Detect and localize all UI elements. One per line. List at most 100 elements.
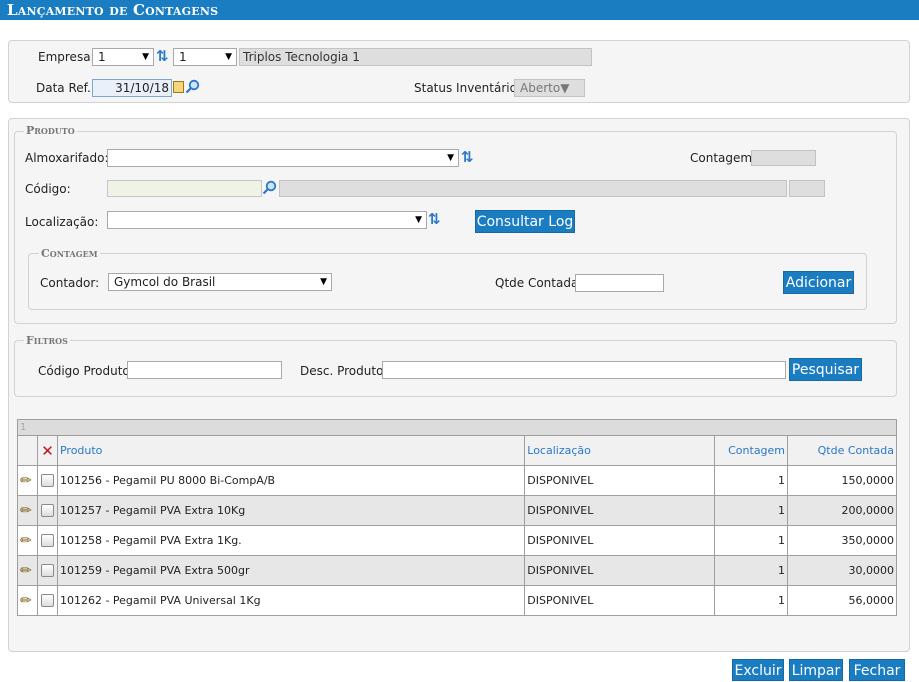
chevron-down-icon: ▼ [225, 52, 232, 62]
produto-cell: 101257 - Pegamil PVA Extra 10Kg [56, 495, 526, 526]
pencil-icon[interactable]: ✏ [20, 503, 32, 519]
edit-cell[interactable]: ✏ [17, 585, 38, 616]
localizacao-cell: DISPONIVEL [524, 555, 716, 586]
refresh-icon[interactable]: ⇅ [428, 211, 441, 227]
grid-page-number[interactable]: 1 [20, 422, 26, 433]
data-ref-input[interactable]: 31/10/18 [92, 79, 172, 97]
checkbox-cell[interactable] [36, 465, 58, 496]
checkbox-cell[interactable] [36, 525, 58, 556]
codigo-description-field [279, 180, 787, 197]
status-value: Aberto [520, 81, 561, 95]
column-header-localizacao[interactable]: Localização [524, 435, 716, 466]
qtde-cell: 150,0000 [787, 465, 897, 496]
chevron-down-icon: ▼ [320, 277, 327, 287]
filial-select[interactable]: 1 ▼ [173, 48, 237, 66]
calendar-icon[interactable] [173, 81, 184, 93]
produto-cell: 101256 - Pegamil PU 8000 Bi-CompA/B [56, 465, 526, 496]
qtde-contada-label: Qtde Contada: [495, 276, 583, 290]
consultar-log-button[interactable]: Consultar Log [475, 210, 575, 233]
qtde-contada-input[interactable] [575, 274, 664, 292]
codigo-input[interactable] [107, 180, 262, 197]
almoxarifado-label: Almoxarifado: [25, 151, 109, 165]
row-checkbox[interactable] [40, 474, 54, 488]
edit-cell[interactable]: ✏ [17, 525, 38, 556]
contagem-cell: 1 [714, 525, 789, 556]
table-row: ✏ 101256 - Pegamil PU 8000 Bi-CompA/B DI… [17, 465, 897, 496]
produto-cell: 101258 - Pegamil PVA Extra 1Kg. [56, 525, 526, 556]
status-select: Aberto▼ [514, 79, 585, 97]
edit-column-header [17, 435, 38, 466]
localizacao-cell: DISPONIVEL [524, 495, 716, 526]
column-header-qtde-contada[interactable]: Qtde Contada [787, 435, 897, 466]
desc-produto-label: Desc. Produto: [300, 364, 388, 378]
filtros-legend: Filtros [24, 334, 70, 347]
localizacao-cell: DISPONIVEL [524, 465, 716, 496]
checkbox-cell[interactable] [36, 585, 58, 616]
status-label: Status Inventário: [414, 81, 521, 95]
grid-pager: 1 [17, 419, 897, 436]
almoxarifado-select[interactable]: ▼ [107, 149, 459, 167]
checkbox-cell[interactable] [36, 495, 58, 526]
contagens-table: ✕ Produto Localização Contagem Qtde Cont… [17, 435, 897, 616]
data-ref-value: 31/10/18 [115, 81, 169, 95]
pencil-icon[interactable]: ✏ [20, 473, 32, 489]
checkbox-cell[interactable] [36, 555, 58, 586]
search-icon[interactable] [262, 180, 277, 195]
contagem-number-label: Contagem: [690, 151, 757, 165]
empresa-select-value: 1 [98, 50, 106, 64]
table-row: ✏ 101259 - Pegamil PVA Extra 500gr DISPO… [17, 555, 897, 586]
edit-cell[interactable]: ✏ [17, 465, 38, 496]
localizacao-cell: DISPONIVEL [524, 525, 716, 556]
chevron-down-icon: ▼ [560, 81, 570, 95]
column-header-contagem[interactable]: Contagem [714, 435, 789, 466]
contador-value: Gymcol do Brasil [114, 275, 216, 289]
contagem-cell: 1 [714, 465, 789, 496]
produto-cell: 101262 - Pegamil PVA Universal 1Kg [56, 585, 526, 616]
column-header-produto[interactable]: Produto [56, 435, 526, 466]
localizacao-select[interactable]: ▼ [107, 211, 427, 229]
produto-cell: 101259 - Pegamil PVA Extra 500gr [56, 555, 526, 586]
row-checkbox[interactable] [40, 594, 54, 608]
chevron-down-icon: ▼ [447, 153, 454, 163]
empresa-label: Empresa: [38, 50, 95, 64]
table-row: ✏ 101257 - Pegamil PVA Extra 10Kg DISPON… [17, 495, 897, 526]
localizacao-cell: DISPONIVEL [524, 585, 716, 616]
table-header-row: ✕ Produto Localização Contagem Qtde Cont… [17, 435, 897, 466]
row-checkbox[interactable] [40, 534, 54, 548]
pencil-icon[interactable]: ✏ [20, 593, 32, 609]
codigo-produto-label: Código Produto: [38, 364, 134, 378]
localizacao-label: Localização: [25, 215, 99, 229]
adicionar-button[interactable]: Adicionar [783, 271, 854, 294]
qtde-cell: 350,0000 [787, 525, 897, 556]
edit-cell[interactable]: ✏ [17, 555, 38, 586]
refresh-icon[interactable]: ⇅ [461, 149, 474, 165]
refresh-icon[interactable]: ⇅ [156, 48, 169, 64]
empresa-select[interactable]: 1 ▼ [92, 48, 154, 66]
contador-select[interactable]: Gymcol do Brasil ▼ [108, 273, 332, 291]
codigo-unit-field [789, 180, 825, 197]
chevron-down-icon: ▼ [142, 52, 149, 62]
contagem-cell: 1 [714, 555, 789, 586]
row-checkbox[interactable] [40, 504, 54, 518]
chevron-down-icon: ▼ [415, 215, 422, 225]
pesquisar-button[interactable]: Pesquisar [789, 358, 862, 381]
contagem-cell: 1 [714, 495, 789, 526]
delete-x-icon[interactable]: ✕ [41, 442, 54, 460]
contador-label: Contador: [40, 276, 100, 290]
search-icon[interactable] [185, 79, 200, 94]
page-title: Lançamento de Contagens [0, 0, 919, 20]
delete-column-header[interactable]: ✕ [36, 435, 58, 466]
pencil-icon[interactable]: ✏ [20, 563, 32, 579]
contagem-legend: Contagem [39, 247, 100, 260]
table-row: ✏ 101262 - Pegamil PVA Universal 1Kg DIS… [17, 585, 897, 616]
pencil-icon[interactable]: ✏ [20, 533, 32, 549]
edit-cell[interactable]: ✏ [17, 495, 38, 526]
codigo-label: Código: [25, 182, 71, 196]
codigo-produto-input[interactable] [127, 361, 282, 379]
desc-produto-input[interactable] [382, 361, 786, 379]
qtde-cell: 200,0000 [787, 495, 897, 526]
produto-legend: Produto [24, 124, 77, 137]
table-row: ✏ 101258 - Pegamil PVA Extra 1Kg. DISPON… [17, 525, 897, 556]
filial-select-value: 1 [179, 50, 187, 64]
row-checkbox[interactable] [40, 564, 54, 578]
